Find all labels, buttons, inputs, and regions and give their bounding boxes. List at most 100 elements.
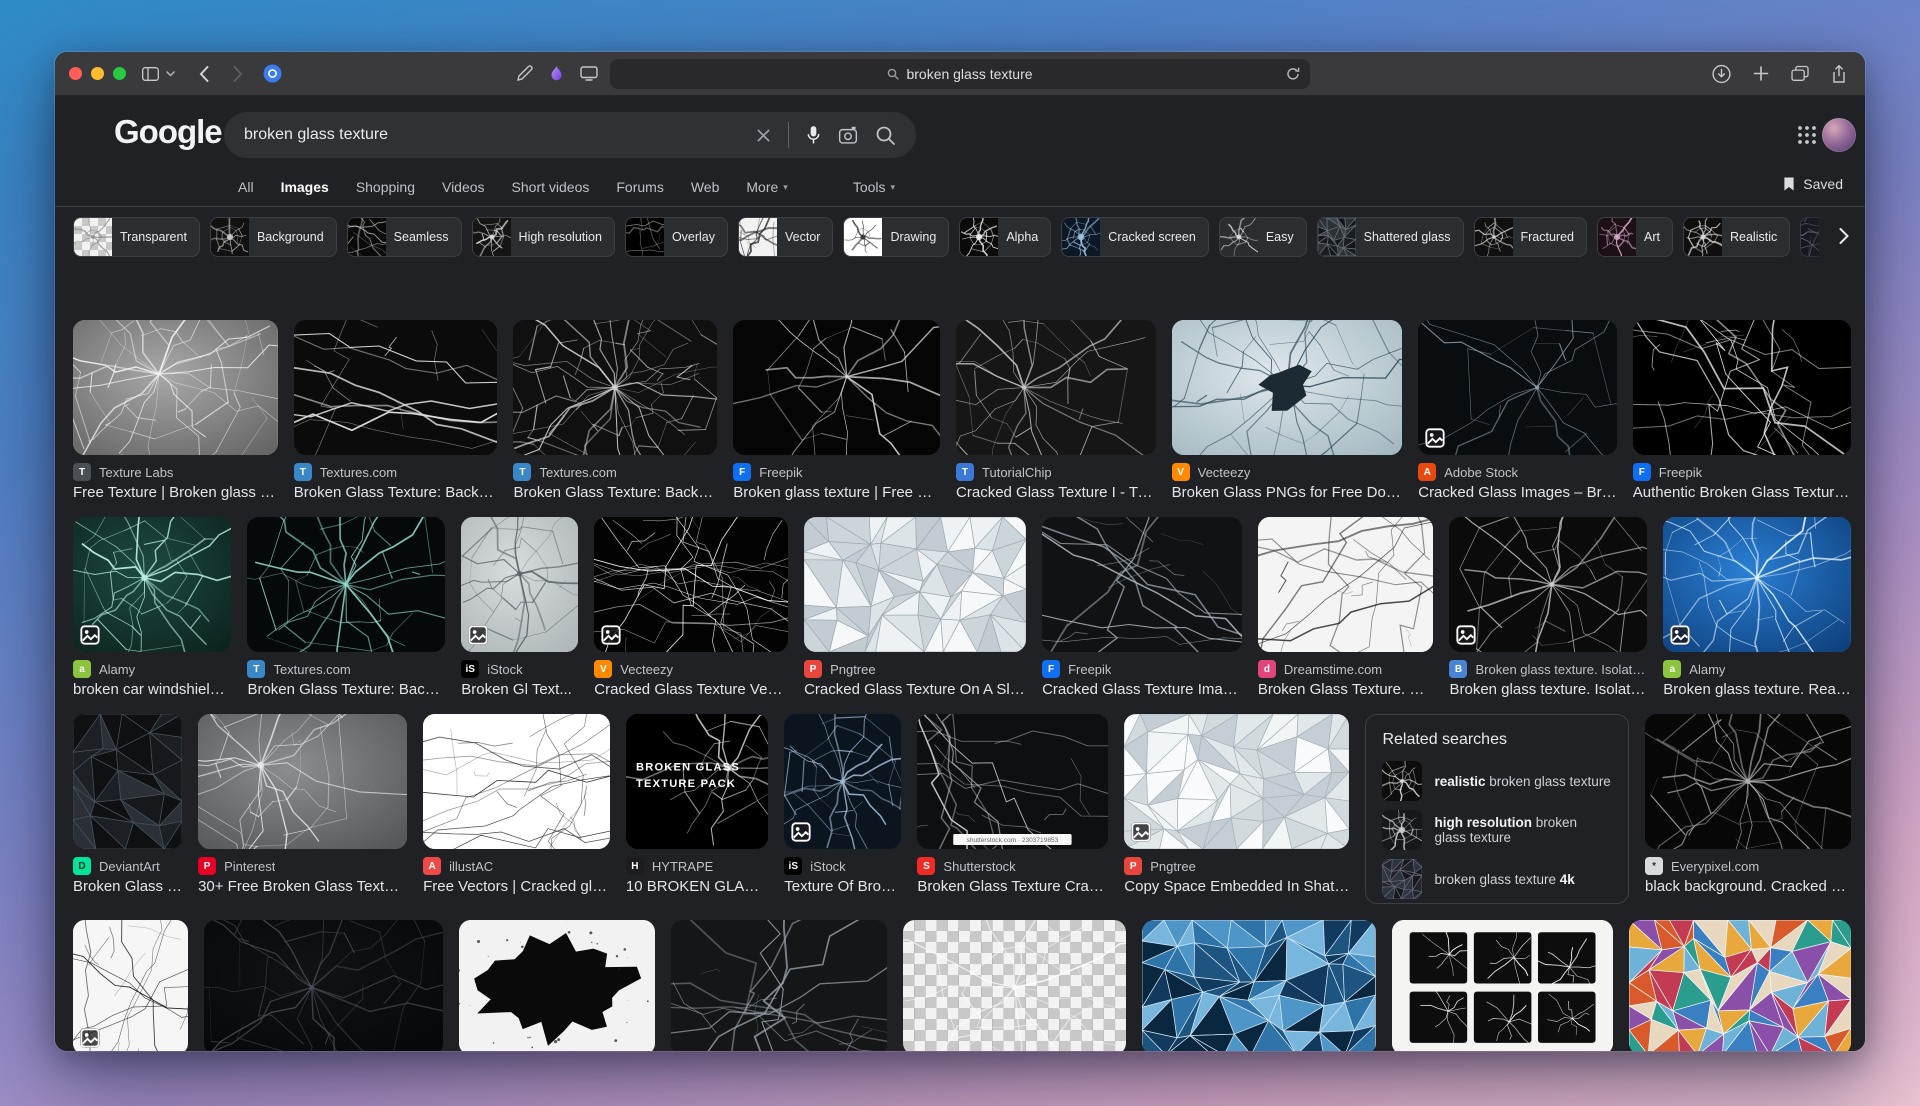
tab-videos[interactable]: Videos [442,179,485,195]
image-result-card[interactable]: BBroken glass texture. Isolated realisti… [1449,517,1647,698]
result-title[interactable]: Broken glass texture. Realistic ... [1663,681,1851,698]
filter-chip-background[interactable]: Background [210,217,337,257]
result-image[interactable] [784,714,901,849]
filter-chip-high-resolution[interactable]: High resolution [472,217,615,257]
result-title[interactable]: Cracked Glass Texture I - TutorialChip [956,484,1156,501]
image-result-card[interactable]: PPngtreeCracked Glass Texture On A Sleek… [804,517,1026,698]
tools-button[interactable]: Tools▾ [853,179,895,195]
result-title[interactable]: Broken Glass PNGs for Free Download [1172,484,1403,501]
result-image[interactable] [1418,320,1617,455]
filter-chip-realistic[interactable]: Realistic [1683,217,1790,257]
result-title[interactable]: 30+ Free Broken Glass Textures Fo... [198,878,407,895]
search-box[interactable]: broken glass texture [224,112,916,158]
close-window-button[interactable] [69,67,82,80]
result-title[interactable]: Broken Glass Texture: Background... [247,681,445,698]
result-image[interactable]: BROKEN GLASSTEXTURE PACK [626,714,768,849]
compose-pencil-icon[interactable] [516,65,533,82]
result-image[interactable] [956,320,1156,455]
image-result-card[interactable]: TTextures.comBroken Glass Texture: Backg… [294,320,498,501]
clear-search-icon[interactable] [756,128,771,143]
result-image[interactable] [247,517,445,652]
result-image[interactable] [513,320,717,455]
image-result-card[interactable]: TTextures.comBroken Glass Texture: Backg… [671,920,887,1051]
result-title[interactable]: black background. Cracked black ... [1645,878,1851,895]
result-title[interactable]: Broken Glass Texture. Sketch ... [1258,681,1434,698]
image-result-card[interactable]: shutterstock.com · 2303719853SShuttersto… [917,714,1108,904]
result-image[interactable] [733,320,940,455]
result-title[interactable]: Broken Glass Text... [73,878,182,895]
result-image[interactable] [204,920,443,1051]
result-title[interactable]: Free Texture | Broken glass overlay [73,484,278,501]
tab-all[interactable]: All [238,179,254,195]
filter-chip-drawing[interactable]: Drawing [843,217,949,257]
result-title[interactable]: Authentic Broken Glass Texture Vec... [1633,484,1851,501]
image-result-card[interactable]: iSiStockBroken Gl Text... [461,517,578,698]
address-bar[interactable]: broken glass texture [610,59,1310,89]
related-search-item[interactable]: high resolution broken glass texture [1382,810,1612,850]
image-result-card[interactable]: AillustACFree Vectors | Cracked glass te… [423,714,610,904]
image-result-card[interactable]: aAlamyBroken glass texture. Realistic ..… [1663,517,1851,698]
result-image[interactable] [423,714,610,849]
filter-chip-overlay[interactable]: Overlay [625,217,728,257]
result-image[interactable] [1645,714,1851,849]
privacy-badge-icon[interactable] [263,64,282,83]
sidebar-chevron-icon[interactable] [166,71,175,77]
image-result-card[interactable]: FFreepikBroken glass texture | Free Phot… [733,320,940,501]
result-image[interactable] [1142,920,1375,1051]
tab-overview-icon[interactable] [1791,66,1809,82]
share-icon[interactable] [1831,64,1847,83]
image-result-card[interactable]: FFreepikCracked Glass Texture Images - F… [1042,517,1242,698]
saved-button[interactable]: Saved [1783,176,1843,192]
result-title[interactable]: Free Vectors | Cracked glass text... [423,878,610,895]
result-image[interactable] [1633,320,1851,455]
image-result-card[interactable]: VVecteezyCracked Glass Texture Vector Ar… [594,517,788,698]
result-title[interactable]: Broken Glass Texture: Background I... [513,484,717,501]
result-image[interactable] [459,920,655,1051]
image-result-card[interactable]: aAlamybroken car windshield. Brok... [73,517,231,698]
image-result-card[interactable]: VVecteezyBroken Glass PNGs for Free Down… [1172,320,1403,501]
image-result-card[interactable]: SSupply.FamilyBroken Glass Overlays. Tex… [1392,920,1613,1051]
result-image[interactable] [73,714,182,849]
image-result-card[interactable]: TTextures.comBroken Glass Texture: Backg… [247,517,445,698]
result-title[interactable]: Broken glass texture. Isolated ... [1449,681,1647,698]
forward-button[interactable] [233,66,243,82]
google-apps-icon[interactable] [1797,125,1817,145]
image-result-card[interactable]: BROKEN GLASSTEXTURE PACKHHYTRAPE10 BROKE… [626,714,768,904]
tab-forums[interactable]: Forums [616,179,663,195]
filter-chip-shattered-glass[interactable]: Shattered glass [1317,217,1464,257]
minimize-window-button[interactable] [91,67,104,80]
new-tab-icon[interactable] [1753,66,1769,82]
downloads-icon[interactable] [1712,64,1731,83]
account-avatar[interactable] [1822,118,1856,152]
image-result-card[interactable]: TTextures4PhotoshopBroken Glass Texture … [459,920,655,1051]
result-image[interactable] [1258,517,1434,652]
result-image[interactable] [73,517,231,652]
google-logo[interactable]: Google [114,113,222,151]
reload-icon[interactable] [1286,67,1300,81]
filter-chip-effect[interactable]: Effect [1800,217,1819,257]
result-image[interactable] [903,920,1126,1051]
result-image[interactable] [198,714,407,849]
image-result-card[interactable]: DDeviantArtBroken Glass Text... [73,714,182,904]
image-result-card[interactable]: *Everypixel.comblack background. Cracked… [1645,714,1851,904]
filter-chip-fractured[interactable]: Fractured [1474,217,1588,257]
result-title[interactable]: Broken Glass Texture: Background I... [294,484,498,501]
tab-web[interactable]: Web [691,179,720,195]
filter-chip-cracked-screen[interactable]: Cracked screen [1061,217,1209,257]
result-image[interactable] [804,517,1026,652]
image-result-card[interactable]: PPngtreeCopy Space Embedded In Shattered… [1124,714,1349,904]
result-image[interactable] [1392,920,1613,1051]
result-image[interactable] [671,920,887,1051]
result-title[interactable]: Cracked Glass Texture On A Sleek Bla... [804,681,1026,698]
tab-images[interactable]: Images [281,179,329,195]
image-result-card[interactable]: TTutorialChipCracked Glass Texture I - T… [956,320,1156,501]
image-result-card[interactable]: PPinterestDownload premium png of PNG br… [903,920,1126,1051]
result-title[interactable]: Broken Glass Texture Cracked G... [917,878,1108,895]
result-image[interactable] [73,320,278,455]
result-title[interactable]: Texture Of Broken ... [784,878,901,895]
image-result-card[interactable]: PPikbestBroken Glass Texture Backgrounds… [1142,920,1375,1051]
image-result-card[interactable]: TTextures.comBroken Glass Texture: Backg… [513,320,717,501]
result-image[interactable] [1663,517,1851,652]
filter-chip-seamless[interactable]: Seamless [347,217,462,257]
result-image[interactable] [1449,517,1647,652]
